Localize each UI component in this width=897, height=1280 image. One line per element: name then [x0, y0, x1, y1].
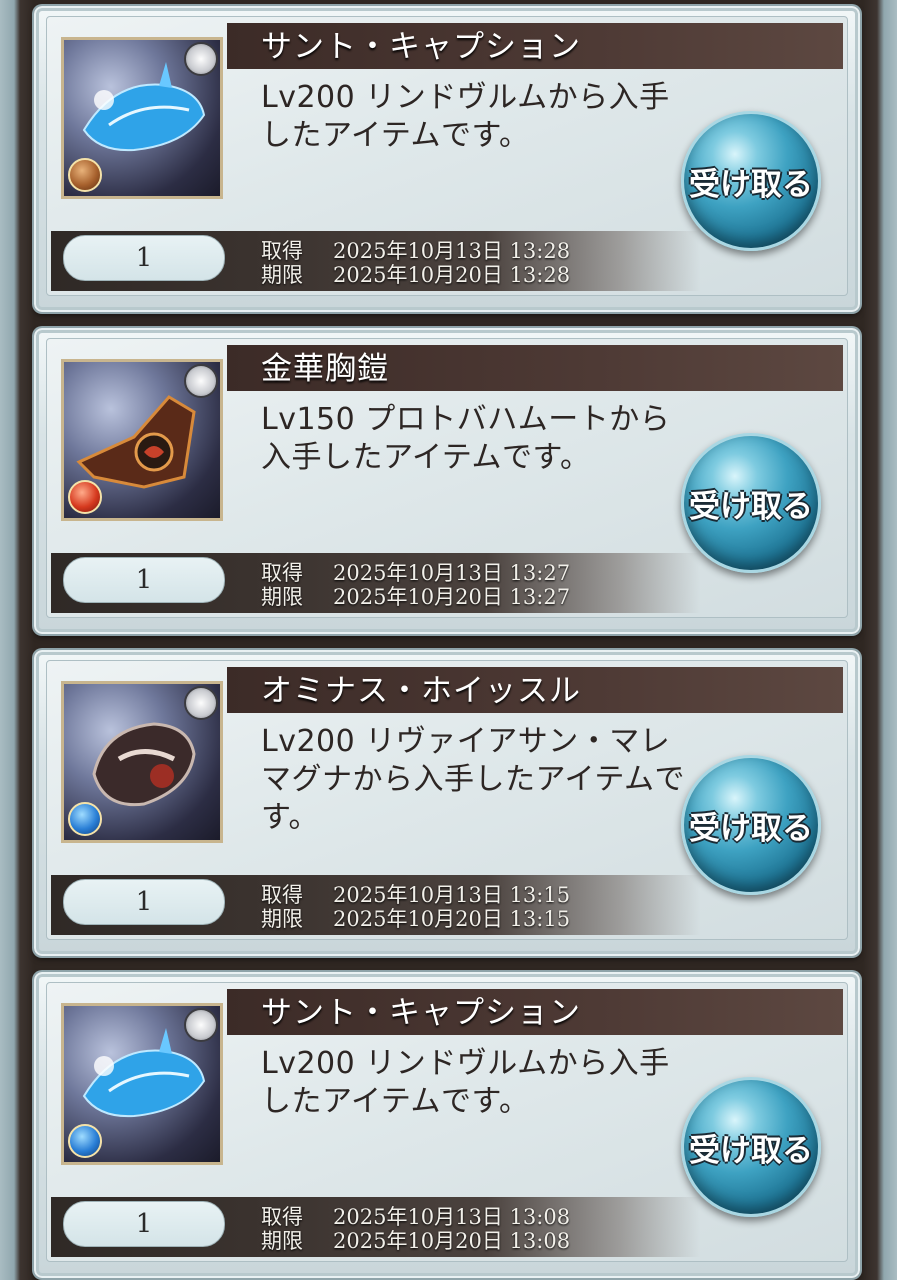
acquired-label: 取得 [261, 883, 303, 907]
quantity-field: 1 [63, 235, 225, 281]
expiry-label: 期限 [261, 1229, 303, 1253]
expiry-date: 2025年10月20日 13:27 [333, 585, 571, 609]
date-info: 取得 2025年10月13日 13:27 期限 2025年10月20日 13:27 [261, 561, 570, 609]
present-list: サント・キャプション Lv200 リンドヴルムから入手したアイテムです。 1 取… [0, 0, 897, 1280]
expiry-label: 期限 [261, 263, 303, 287]
expiry-date: 2025年10月20日 13:08 [333, 1229, 571, 1253]
sword-icon [184, 42, 218, 76]
acquired-label: 取得 [261, 239, 303, 263]
card-panel: 金華胸鎧 Lv150 プロトバハムートから入手したアイテムです。 1 取得 202… [46, 338, 848, 618]
expiry-label: 期限 [261, 907, 303, 931]
receive-button[interactable]: 受け取る [681, 433, 821, 573]
present-card: オミナス・ホイッスル Lv200 リヴァイアサン・マレマグナから入手したアイテム… [34, 650, 860, 956]
receive-button[interactable]: 受け取る [681, 111, 821, 251]
acquired-date: 2025年10月13日 13:27 [333, 561, 571, 585]
acquired-date: 2025年10月13日 13:08 [333, 1205, 571, 1229]
expiry-date: 2025年10月20日 13:28 [333, 263, 571, 287]
date-info: 取得 2025年10月13日 13:28 期限 2025年10月20日 13:28 [261, 239, 570, 287]
quantity-field: 1 [63, 557, 225, 603]
present-card: 金華胸鎧 Lv150 プロトバハムートから入手したアイテムです。 1 取得 202… [34, 328, 860, 634]
water-element-icon [68, 802, 102, 836]
item-name: オミナス・ホイッスル [261, 673, 581, 709]
water-element-icon [68, 1124, 102, 1158]
item-thumbnail [61, 37, 223, 199]
item-name: サント・キャプション [261, 995, 581, 1031]
item-description: Lv200 リンドヴルムから入手したアイテムです。 [261, 1046, 670, 1119]
item-description: Lv200 リンドヴルムから入手したアイテムです。 [261, 80, 670, 153]
harp-icon [184, 686, 218, 720]
item-name: 金華胸鎧 [261, 351, 389, 387]
item-name: サント・キャプション [261, 29, 581, 65]
item-thumbnail [61, 681, 223, 843]
bow-icon [184, 364, 218, 398]
date-info: 取得 2025年10月13日 13:08 期限 2025年10月20日 13:08 [261, 1205, 570, 1253]
item-description: Lv150 プロトバハムートから入手したアイテムです。 [261, 402, 671, 475]
item-description: Lv200 リヴァイアサン・マレマグナから入手したアイテムです。 [261, 724, 685, 835]
present-card: サント・キャプション Lv200 リンドヴルムから入手したアイテムです。 1 取… [34, 972, 860, 1278]
expiry-label: 期限 [261, 585, 303, 609]
item-thumbnail [61, 359, 223, 521]
item-thumbnail [61, 1003, 223, 1165]
date-info: 取得 2025年10月13日 13:15 期限 2025年10月20日 13:15 [261, 883, 570, 931]
expiry-date: 2025年10月20日 13:15 [333, 907, 571, 931]
card-panel: サント・キャプション Lv200 リンドヴルムから入手したアイテムです。 1 取… [46, 982, 848, 1262]
receive-button[interactable]: 受け取る [681, 755, 821, 895]
acquired-label: 取得 [261, 1205, 303, 1229]
card-panel: サント・キャプション Lv200 リンドヴルムから入手したアイテムです。 1 取… [46, 16, 848, 296]
earth-element-icon [68, 158, 102, 192]
acquired-label: 取得 [261, 561, 303, 585]
receive-button[interactable]: 受け取る [681, 1077, 821, 1217]
acquired-date: 2025年10月13日 13:15 [333, 883, 571, 907]
sword-icon [184, 1008, 218, 1042]
quantity-field: 1 [63, 879, 225, 925]
present-card: サント・キャプション Lv200 リンドヴルムから入手したアイテムです。 1 取… [34, 6, 860, 312]
fire-element-icon [68, 480, 102, 514]
card-panel: オミナス・ホイッスル Lv200 リヴァイアサン・マレマグナから入手したアイテム… [46, 660, 848, 940]
quantity-field: 1 [63, 1201, 225, 1247]
acquired-date: 2025年10月13日 13:28 [333, 239, 571, 263]
